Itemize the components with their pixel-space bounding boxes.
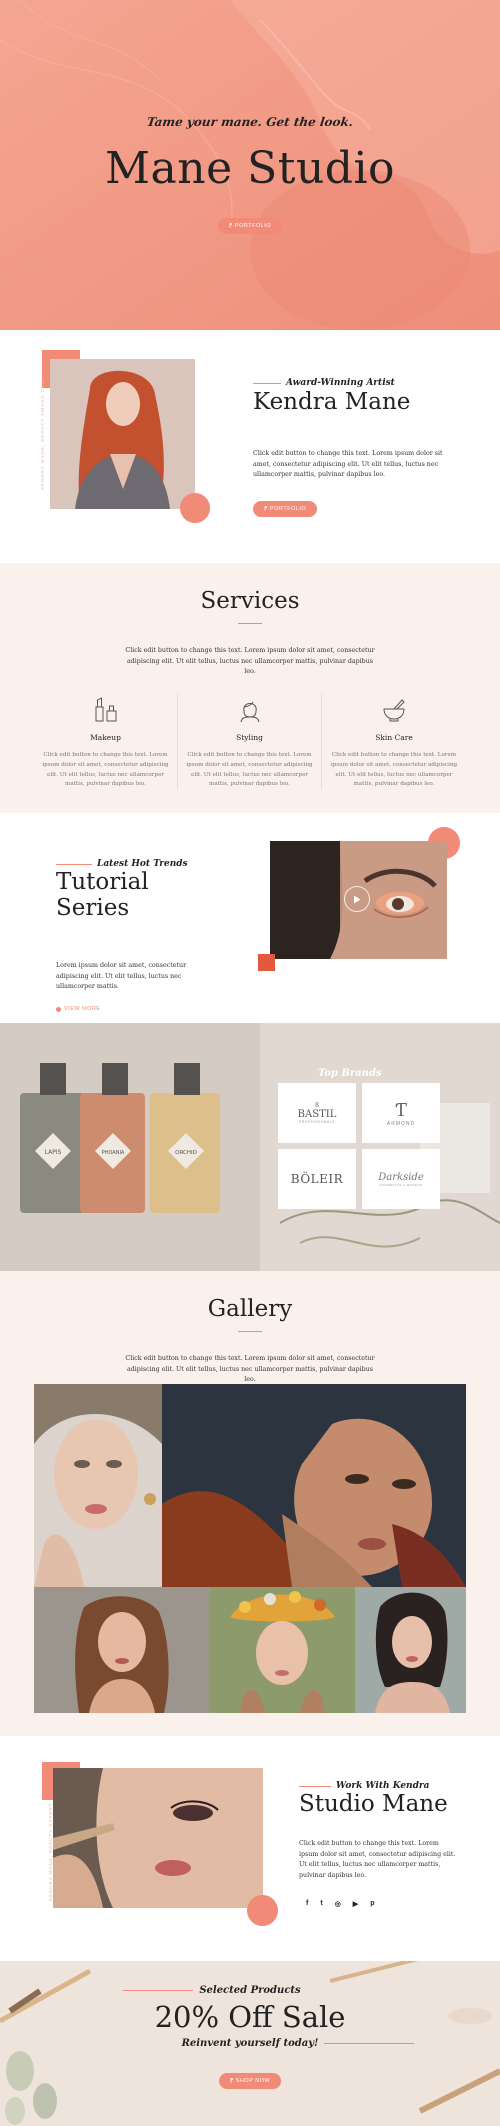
- instagram-icon[interactable]: ◎: [335, 1900, 341, 1908]
- gallery-image[interactable]: [34, 1587, 210, 1713]
- play-icon[interactable]: [344, 886, 370, 912]
- brands-background-image: [0, 1023, 500, 1271]
- bottle-label-phoania: PHOANIA: [95, 1133, 131, 1169]
- tutorial-subtitle: Latest Hot Trends: [97, 859, 188, 869]
- pinterest-icon[interactable]: p: [370, 1900, 374, 1908]
- tutorial-video[interactable]: [270, 841, 447, 959]
- brand-mark-icon: Ƭ: [394, 1099, 407, 1121]
- brand-darkside[interactable]: Darkside COSMETICS & MAKEUP: [362, 1149, 440, 1209]
- svg-text:LAPIS: LAPIS: [45, 1149, 62, 1156]
- work-image: [53, 1768, 263, 1908]
- gallery-section: Gallery Click edit button to change this…: [0, 1271, 500, 1736]
- arrow-icon: [56, 1006, 61, 1012]
- title-underline: [238, 1331, 262, 1332]
- brand-bastil[interactable]: 8 BASTIL PROFESSIONALS: [278, 1083, 356, 1143]
- work-title: Studio Mane: [299, 1791, 448, 1817]
- service-text: Click edit button to change this text. L…: [42, 752, 169, 788]
- service-text: Click edit button to change this text. L…: [186, 752, 313, 788]
- service-text: Click edit button to change this text. L…: [330, 752, 458, 788]
- brand-armond[interactable]: Ƭ ARMOND: [362, 1083, 440, 1143]
- work-subtitle: Work With Kendra: [336, 1781, 430, 1791]
- service-name: Skin Care: [375, 733, 413, 743]
- bottle-label-orchid: ORCHID: [168, 1133, 204, 1169]
- decor-circle: [180, 493, 210, 523]
- service-skin-care: Skin Care Click edit button to change th…: [322, 693, 466, 790]
- title-underline: [238, 623, 262, 624]
- sale-section: Selected Products 20% Off Sale Reinvent …: [0, 1961, 500, 2126]
- twitter-icon[interactable]: t: [320, 1900, 322, 1908]
- styling-icon: [240, 701, 259, 723]
- hero-title: Mane Studio: [104, 143, 396, 194]
- gallery-image[interactable]: [34, 1384, 162, 1587]
- makeup-icon: [95, 697, 116, 722]
- services-title: Services: [200, 588, 300, 614]
- services-intro: Click edit button to change this text. L…: [125, 647, 375, 676]
- bottle-label-lapis: LAPIS: [35, 1133, 71, 1169]
- decor-circle: [247, 1895, 278, 1926]
- brand-mark-icon: 8: [315, 1102, 319, 1109]
- service-makeup: Makeup Click edit button to change this …: [34, 693, 178, 791]
- artist-portrait: [50, 359, 195, 509]
- svg-text:PHOANIA: PHOANIA: [102, 1150, 125, 1156]
- artist-name: Kendra Mane: [253, 389, 411, 415]
- tutorial-title: Tutorial Series: [56, 869, 149, 921]
- sale-title: 20% Off Sale: [154, 2000, 346, 2034]
- youtube-icon[interactable]: ▶: [353, 1900, 358, 1908]
- sale-subtitle: Selected Products: [199, 1985, 301, 1996]
- gallery-image[interactable]: [210, 1587, 355, 1713]
- about-portfolio-button[interactable]: ⁋ PORTFOLIO: [253, 501, 318, 518]
- about-body: Click edit button to change this text. L…: [253, 450, 443, 479]
- hero-tagline: Tame your mane. Get the look.: [145, 115, 355, 129]
- vertical-caption: KENDRA MANE, BEAUTY AWARD 2019: [40, 378, 45, 490]
- vertical-caption: KENDRA MANE, BEAUTY EXPERT: [48, 1802, 53, 1901]
- brands-section: LAPIS PHOANIA ORCHID Top Brands 8 BASTIL…: [0, 1023, 500, 1271]
- gallery-image[interactable]: [355, 1587, 466, 1713]
- service-name: Makeup: [90, 733, 121, 743]
- brands-title: Top Brands: [318, 1068, 382, 1079]
- svg-text:ORCHID: ORCHID: [175, 1150, 197, 1156]
- view-more-link[interactable]: VIEW MORE: [56, 1006, 226, 1012]
- service-name: Styling: [236, 733, 263, 743]
- shop-now-button[interactable]: ⁋ SHOP NOW: [218, 2073, 282, 2089]
- gallery-image[interactable]: [162, 1384, 466, 1587]
- work-body: Click edit button to change this text. L…: [299, 1840, 456, 1880]
- gallery-intro: Click edit button to change this text. L…: [125, 1355, 375, 1384]
- about-subtitle: Award-Winning Artist: [286, 378, 395, 388]
- sale-tagline: Reinvent yourself today!: [181, 2038, 319, 2049]
- facebook-icon[interactable]: f: [306, 1900, 308, 1908]
- skin-care-icon: [383, 699, 405, 722]
- tutorial-body: Lorem ipsum dolor sit amet, consectetur …: [56, 962, 187, 991]
- service-styling: Styling Click edit button to change this…: [178, 693, 322, 791]
- about-section: KENDRA MANE, BEAUTY AWARD 2019 Award-Win…: [0, 330, 500, 563]
- decor-square: [258, 954, 275, 971]
- portfolio-button[interactable]: ⁋ PORTFOLIO: [217, 218, 283, 234]
- services-section: Services Click edit button to change thi…: [0, 563, 500, 813]
- work-section: KENDRA MANE, BEAUTY EXPERT Work With Ken…: [0, 1736, 500, 1961]
- tutorial-section: Latest Hot Trends Tutorial Series Lorem …: [0, 813, 500, 1023]
- gallery-title: Gallery: [207, 1296, 293, 1322]
- hero-section: Tame your mane. Get the look. Mane Studi…: [0, 0, 500, 330]
- brand-boleir[interactable]: BÖLEIR: [278, 1149, 356, 1209]
